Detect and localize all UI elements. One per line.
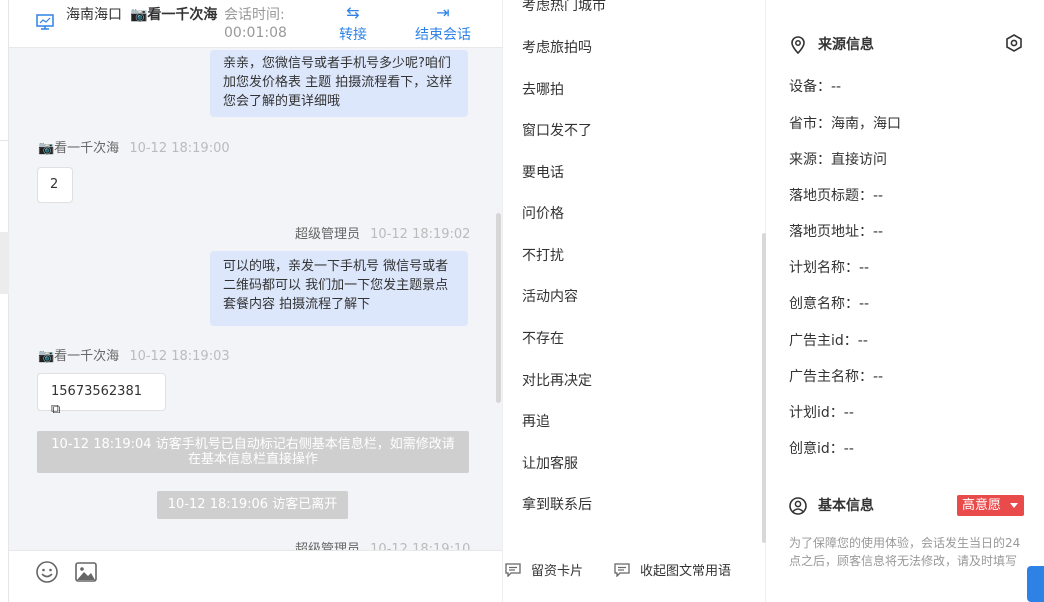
exit-icon: ⇥: [436, 3, 450, 22]
floating-action-button[interactable]: [1027, 566, 1044, 602]
monitor-icon: [36, 14, 54, 30]
visitor-name: 📷看一千次海: [130, 7, 218, 23]
system-notice: 10-12 18:19:06 访客已离开: [157, 491, 348, 519]
field-advertiser-name: 广告主名称：--: [789, 369, 884, 385]
message-list[interactable]: 亲亲，您微信号或者手机号多少呢?咱们加您发价格表 主题 拍摄流程看下，这样您会了…: [9, 48, 502, 550]
phrase-item[interactable]: 考虑热门城市: [522, 0, 606, 15]
phrase-item[interactable]: 问价格: [522, 205, 564, 223]
gutter-tab[interactable]: [0, 232, 9, 294]
chat-panel: 海南海口 📷看一千次海 会话时间: 00:01:08 ⇆ 转接 ⇥ 结束会话 亲…: [9, 0, 502, 602]
field-landing-url: 落地页地址：--: [789, 224, 884, 240]
visitor-message: 15673562381 ⧉: [37, 373, 166, 417]
sender-name: 超级管理员: [295, 227, 361, 242]
collapse-phrases-label: 收起图文常用语: [640, 564, 732, 579]
settings-icon[interactable]: [1005, 34, 1023, 52]
field-advertiser-id: 广告主id：--: [789, 333, 868, 349]
phrase-item[interactable]: 去哪拍: [522, 81, 564, 99]
image-icon[interactable]: [74, 560, 98, 584]
phrases-scrollbar[interactable]: [762, 233, 766, 543]
field-creative-name: 创意名称：--: [789, 296, 870, 312]
field-plan-name: 计划名称：--: [789, 260, 870, 276]
card-icon: [505, 563, 521, 577]
intent-value: 高意愿: [962, 498, 1002, 513]
field-creative-id: 创意id：--: [789, 441, 854, 457]
transfer-icon: ⇆: [346, 3, 360, 22]
lead-card-button[interactable]: 留资卡片: [505, 563, 583, 581]
phrase-item[interactable]: 拿到联系后: [522, 496, 592, 514]
phrase-item[interactable]: 对比再决定: [522, 372, 592, 390]
chat-toolbar: [9, 550, 502, 602]
message-time: 10-12 18:19:00: [129, 141, 230, 156]
field-landing-title: 落地页标题：--: [789, 188, 884, 204]
sender-name: 超级管理员: [295, 542, 361, 550]
source-info-title: 来源信息: [818, 37, 874, 53]
phrase-item[interactable]: 要电话: [522, 164, 564, 182]
gutter-divider: [0, 140, 9, 141]
transfer-label: 转接: [339, 27, 367, 43]
lead-card-label: 留资卡片: [531, 564, 584, 579]
caret-down-icon: [1010, 503, 1018, 508]
phrase-item[interactable]: 再追: [522, 413, 550, 431]
chat-header: 海南海口 📷看一千次海 会话时间: 00:01:08 ⇆ 转接 ⇥ 结束会话: [9, 0, 502, 48]
field-device: 设备：--: [789, 79, 842, 95]
session-time-label: 会话时间:: [224, 7, 285, 23]
message-meta: 📷看一千次海 10-12 18:19:00: [38, 140, 230, 158]
basic-info-title: 基本信息: [818, 498, 874, 514]
location-pin-icon: [791, 36, 805, 54]
collapse-phrases-button[interactable]: 收起图文常用语: [614, 563, 731, 581]
field-province-city: 省市：海南，海口: [789, 116, 901, 132]
visitor-message: 2: [37, 167, 73, 203]
phrase-item[interactable]: 考虑旅拍吗: [522, 39, 592, 57]
sender-name: 📷看一千次海: [38, 349, 120, 364]
message-meta: 超级管理员 10-12 18:19:10: [295, 541, 470, 550]
sender-name: 📷看一千次海: [38, 141, 120, 156]
phrase-item[interactable]: 活动内容: [522, 288, 578, 306]
edit-notice: 为了保障您的使用体验，会话发生当日的24点之后，顾客信息将无法修改，请及时填写: [789, 536, 1021, 568]
agent-message: 亲亲，您微信号或者手机号多少呢?咱们加您发价格表 主题 拍摄流程看下，这样您会了…: [210, 50, 468, 117]
info-panel: 来源信息 设备：-- 省市：海南，海口 来源：直接访问 落地页标题：-- 落地页…: [767, 0, 1044, 602]
intent-dropdown[interactable]: 高意愿: [957, 495, 1024, 516]
message-meta: 📷看一千次海 10-12 18:19:03: [38, 348, 230, 366]
message-time: 10-12 18:19:02: [370, 227, 471, 242]
quick-phrases-panel: 考虑热门城市 考虑旅拍吗 去哪拍 窗口发不了 要电话 问价格 不打扰 活动内容 …: [502, 0, 766, 602]
message-meta: 超级管理员 10-12 18:19:02: [295, 226, 470, 244]
left-gutter: [0, 0, 9, 602]
field-source: 来源：直接访问: [789, 152, 887, 168]
phrase-item[interactable]: 不打扰: [522, 247, 564, 265]
session-time-value: 00:01:08: [224, 25, 287, 41]
copy-icon[interactable]: ⧉: [51, 402, 60, 417]
phrase-item[interactable]: 不存在: [522, 330, 564, 348]
transfer-button[interactable]: ⇆ 转接: [318, 2, 388, 44]
user-icon: [789, 497, 807, 515]
end-session-button[interactable]: ⇥ 结束会话: [403, 2, 483, 44]
visitor-region: 海南海口: [66, 7, 122, 23]
agent-message: 可以的哦，亲发一下手机号 微信号或者二维码都可以 我们加一下您发主题景点 套餐内…: [210, 251, 468, 326]
chat-scrollbar[interactable]: [496, 213, 501, 403]
system-notice: 10-12 18:19:04 访客手机号已自动标记右侧基本信息栏，如需修改请在基…: [37, 431, 469, 473]
end-session-label: 结束会话: [415, 27, 471, 43]
phone-number: 15673562381: [51, 384, 142, 399]
field-plan-id: 计划id：--: [789, 405, 854, 421]
phrase-item[interactable]: 窗口发不了: [522, 122, 592, 140]
message-time: 10-12 18:19:10: [370, 542, 471, 550]
phrase-item[interactable]: 让加客服: [522, 455, 578, 473]
smiley-icon[interactable]: [35, 560, 59, 584]
session-time: 会话时间: 00:01:08: [224, 6, 314, 42]
message-icon: [614, 563, 630, 577]
message-time: 10-12 18:19:03: [129, 349, 230, 364]
